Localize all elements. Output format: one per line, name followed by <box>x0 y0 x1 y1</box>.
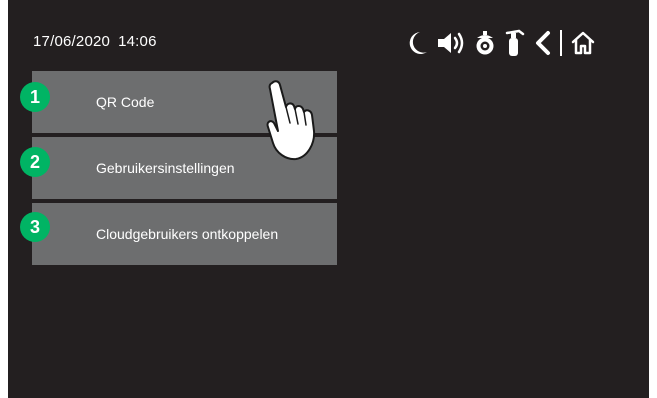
menu-item-disconnect-cloud-users[interactable]: Cloudgebruikers ontkoppelen <box>32 203 337 265</box>
status-icons <box>406 26 604 60</box>
back-icon[interactable] <box>534 30 552 56</box>
device-screen: 17/06/2020 14:06 QR Code 1 Gebruikersins… <box>8 0 649 398</box>
icon-separator <box>560 30 562 56</box>
moon-icon[interactable] <box>406 30 428 56</box>
pointing-hand-icon <box>266 80 316 161</box>
step-badge-3: 3 <box>20 212 50 242</box>
camera-icon[interactable] <box>474 30 496 56</box>
home-icon[interactable] <box>570 30 596 56</box>
speaker-icon[interactable] <box>436 30 466 56</box>
status-datetime: 17/06/2020 14:06 <box>33 33 157 50</box>
step-badge-2: 2 <box>20 147 50 177</box>
step-badge-1: 1 <box>20 82 50 112</box>
time-text: 14:06 <box>118 33 157 50</box>
menu-item-label: Gebruikersinstellingen <box>96 160 235 176</box>
menu-item-label: QR Code <box>96 94 155 110</box>
date-text: 17/06/2020 <box>33 33 111 50</box>
menu-item-label: Cloudgebruikers ontkoppelen <box>96 226 279 242</box>
fire-extinguisher-icon[interactable] <box>504 29 526 57</box>
